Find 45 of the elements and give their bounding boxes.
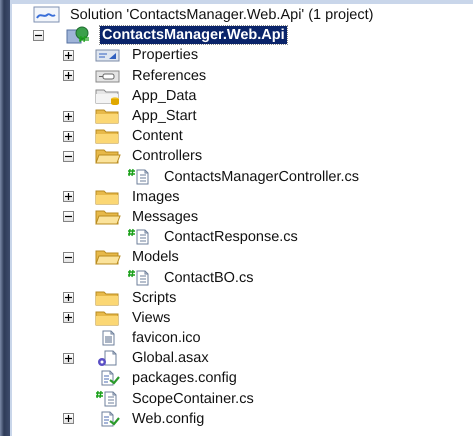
expand-toggle[interactable]	[63, 191, 74, 202]
tree-item[interactable]: App_Data	[130, 86, 198, 105]
expand-toggle[interactable]	[63, 50, 74, 61]
tree-item[interactable]: References	[130, 66, 208, 85]
tree-item[interactable]: Controllers	[130, 147, 204, 166]
tree-item[interactable]: App_Start	[130, 107, 198, 126]
tree-item[interactable]: Scripts	[130, 288, 178, 307]
folder-database-icon	[95, 86, 121, 105]
solution-icon	[33, 6, 61, 24]
plus-icon	[65, 112, 72, 120]
expand-toggle[interactable]	[63, 70, 74, 82]
expand-toggle[interactable]	[63, 292, 74, 304]
tree-item[interactable]: ScopeContainer.cs	[130, 390, 256, 408]
expand-toggle[interactable]	[63, 312, 74, 324]
plus-icon	[65, 193, 72, 200]
plus-icon	[65, 415, 72, 422]
tree-item[interactable]: Properties	[130, 46, 200, 64]
tree-item[interactable]: ContactsManagerController.cs	[162, 168, 362, 186]
tree-item[interactable]: ContactBO.cs	[162, 268, 256, 287]
collapse-toggle[interactable]	[63, 252, 74, 263]
tree-item[interactable]: ContactResponse.cs	[162, 228, 300, 246]
collapse-toggle[interactable]	[63, 150, 74, 162]
expand-toggle[interactable]	[63, 130, 74, 142]
plus-icon	[65, 314, 72, 322]
tree-item[interactable]: Content	[130, 127, 185, 146]
plus-icon	[65, 294, 72, 302]
plus-icon	[65, 132, 72, 140]
plus-icon	[65, 72, 72, 80]
expand-toggle[interactable]	[63, 413, 74, 424]
tree-item[interactable]: Messages	[130, 208, 200, 226]
expand-toggle[interactable]	[63, 110, 74, 122]
tree-item[interactable]: Images	[130, 188, 182, 206]
collapse-toggle[interactable]	[33, 30, 44, 41]
collapse-toggle[interactable]	[63, 211, 74, 222]
tree-item[interactable]: Web.config	[130, 410, 206, 428]
tree-item[interactable]: packages.config	[130, 369, 239, 388]
plus-icon	[65, 52, 72, 59]
tree-item[interactable]: Views	[130, 308, 172, 327]
plus-icon	[65, 354, 72, 362]
tree-item[interactable]: favicon.ico	[130, 329, 203, 348]
expand-toggle[interactable]	[63, 352, 74, 364]
tree-item[interactable]: Models	[130, 248, 181, 266]
tree-item[interactable]: Global.asax	[130, 349, 211, 368]
project-label[interactable]: ContactsManager.Web.Api	[100, 26, 287, 44]
solution-label[interactable]: Solution 'ContactsManager.Web.Api' (1 project)	[68, 6, 376, 24]
